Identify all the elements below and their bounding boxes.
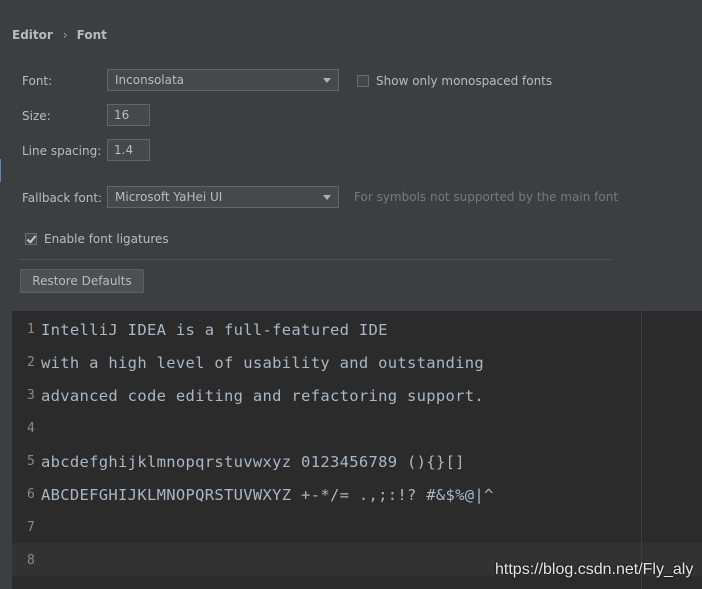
- breadcrumb: Editor › Font: [12, 26, 107, 44]
- line-number: 1: [27, 322, 35, 337]
- restore-defaults-button[interactable]: Restore Defaults: [20, 269, 144, 293]
- preview-line-text: abcdefghijklmnopqrstuvwxyz 0123456789 ()…: [41, 452, 465, 471]
- font-preview-editor[interactable]: 1 IntelliJ IDEA is a full-featured IDE 2 wi…: [12, 311, 702, 589]
- line-number: 4: [27, 421, 35, 436]
- fallback-font-label: Fallback font:: [22, 191, 103, 205]
- preview-line: 1 IntelliJ IDEA is a full-featured IDE: [12, 313, 388, 346]
- font-label: Font:: [22, 74, 53, 88]
- size-field[interactable]: 16: [107, 104, 150, 126]
- fallback-font-combobox[interactable]: Microsoft YaHei UI: [107, 186, 339, 208]
- line-spacing-field[interactable]: 1.4: [107, 139, 150, 161]
- line-number: 3: [27, 388, 35, 403]
- breadcrumb-parent[interactable]: Editor: [12, 28, 53, 42]
- monospaced-checkbox-label[interactable]: Show only monospaced fonts: [376, 74, 552, 88]
- preview-line: 2 with a high level of usability and outs…: [12, 346, 484, 379]
- preview-line-text: with a high level of usability and outst…: [41, 353, 485, 372]
- right-margin-guide: [641, 311, 642, 589]
- preview-line-text: IntelliJ IDEA is a full-featured IDE: [41, 320, 388, 339]
- panel-edge-marker: [0, 159, 1, 182]
- line-number: 6: [27, 487, 35, 502]
- chevron-down-icon: [323, 195, 331, 200]
- preview-line: 6 ABCDEFGHIJKLMNOPQRSTUVWXYZ +-*/= .,;:!?…: [12, 478, 494, 511]
- line-number: 5: [27, 454, 35, 469]
- chevron-down-icon: [323, 78, 331, 83]
- watermark: https://blog.csdn.net/Fly_aly: [495, 561, 694, 578]
- breadcrumb-separator-icon: ›: [62, 28, 68, 42]
- preview-line: 4: [12, 412, 41, 445]
- size-label: Size:: [22, 109, 51, 123]
- line-number: 8: [27, 553, 35, 568]
- preview-line: 5 abcdefghijklmnopqrstuvwxyz 0123456789 (…: [12, 445, 465, 478]
- fallback-font-combobox-value: Microsoft YaHei UI: [115, 190, 223, 204]
- breadcrumb-current: Font: [76, 28, 107, 42]
- preview-line: 8: [12, 544, 41, 577]
- ligatures-checkbox-label[interactable]: Enable font ligatures: [44, 232, 169, 246]
- monospaced-checkbox[interactable]: [357, 75, 369, 87]
- font-combobox-value: Inconsolata: [115, 73, 185, 87]
- ligatures-checkbox-row[interactable]: Enable font ligatures: [25, 232, 169, 246]
- preview-line: 7: [12, 511, 41, 544]
- line-number: 7: [27, 520, 35, 535]
- fallback-font-hint: For symbols not supported by the main fo…: [354, 190, 619, 204]
- line-spacing-label: Line spacing:: [22, 144, 102, 158]
- ligatures-checkbox[interactable]: [25, 233, 37, 245]
- monospaced-checkbox-row[interactable]: Show only monospaced fonts: [357, 74, 552, 88]
- line-number: 2: [27, 355, 35, 370]
- preview-line: 3 advanced code editing and refactoring s…: [12, 379, 484, 412]
- divider: [19, 259, 612, 260]
- preview-line-text: advanced code editing and refactoring su…: [41, 386, 485, 405]
- preview-line-text: ABCDEFGHIJKLMNOPQRSTUVWXYZ +-*/= .,;:!? …: [41, 485, 494, 504]
- font-combobox[interactable]: Inconsolata: [107, 69, 339, 91]
